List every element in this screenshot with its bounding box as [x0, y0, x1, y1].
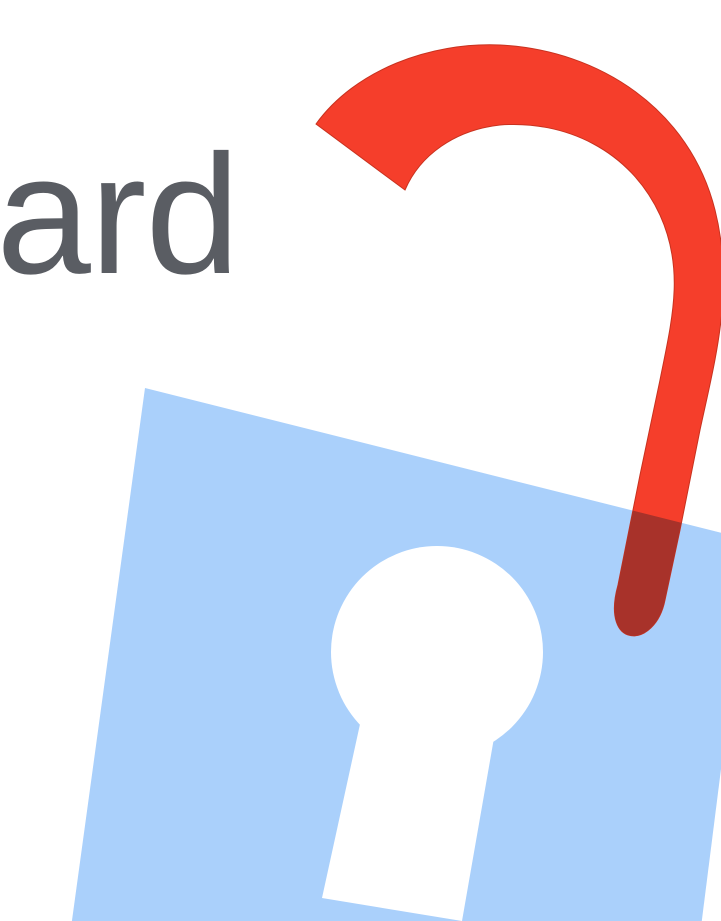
slide-canvas: board: [0, 0, 721, 921]
unlocked-padlock-icon: [71, 44, 721, 921]
